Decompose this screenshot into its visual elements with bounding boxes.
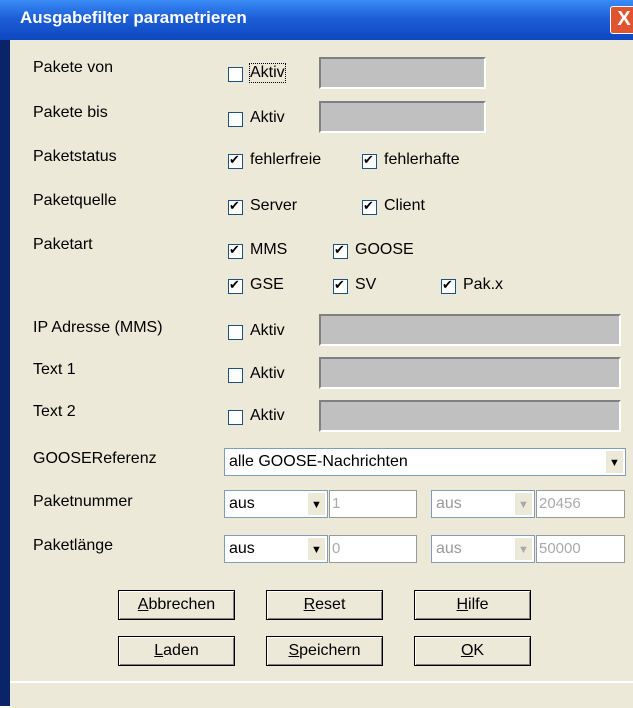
client-checkbox[interactable]: [362, 198, 377, 215]
pakete-von-field[interactable]: [319, 57, 486, 89]
laden-button[interactable]: Laden: [118, 636, 235, 666]
goose-referenz-label: GOOSEReferenz: [33, 450, 157, 467]
hilfe-accel: H: [456, 596, 469, 613]
paketlaenge-von-input[interactable]: 0: [329, 535, 417, 563]
ip-adresse-checkbox[interactable]: [228, 325, 243, 340]
fehlerfreie-label[interactable]: fehlerfreie: [250, 151, 321, 169]
paketnummer-label: Paketnummer: [33, 493, 133, 510]
window-title: Ausgabefilter parametrieren: [20, 8, 247, 27]
text2-aktiv-label[interactable]: Aktiv: [250, 407, 285, 425]
text1-field[interactable]: [319, 357, 621, 389]
paketlaenge-bis-combo[interactable]: aus ▼: [431, 535, 535, 563]
chevron-down-icon[interactable]: ▼: [514, 537, 533, 561]
ip-adresse-field[interactable]: [319, 314, 621, 346]
goose-checkbox[interactable]: [333, 242, 348, 259]
paketnummer-bis-value: aus: [436, 495, 462, 512]
fehlerfreie-checkbox[interactable]: [228, 152, 243, 169]
mms-label[interactable]: MMS: [250, 241, 287, 259]
chevron-down-icon[interactable]: ▼: [605, 450, 624, 474]
reset-text: eset: [315, 596, 346, 613]
reset-accel: R: [303, 596, 316, 613]
chevron-down-icon[interactable]: ▼: [307, 492, 326, 516]
text2-checkbox[interactable]: [228, 410, 243, 425]
server-label[interactable]: Server: [250, 197, 297, 215]
sv-label[interactable]: SV: [355, 276, 376, 294]
pakete-bis-aktiv-label[interactable]: Aktiv: [250, 109, 285, 127]
paketquelle-label: Paketquelle: [33, 192, 117, 209]
dialog-window: Ausgabefilter parametrieren X Pakete von…: [0, 0, 633, 708]
paketlaenge-bis-value: aus: [436, 540, 462, 557]
paketlaenge-von-combo[interactable]: aus ▼: [224, 535, 328, 563]
text1-checkbox[interactable]: [228, 368, 243, 383]
paketart-label: Paketart: [33, 236, 93, 253]
hilfe-button[interactable]: Hilfe: [414, 590, 531, 620]
pakete-von-aktiv-label[interactable]: Aktiv: [249, 63, 286, 83]
gse-label[interactable]: GSE: [250, 276, 284, 294]
sv-checkbox[interactable]: [333, 277, 348, 294]
pakete-bis-label: Pakete bis: [33, 104, 108, 121]
paketlaenge-label: Paketlänge: [33, 537, 114, 554]
pakete-bis-checkbox[interactable]: [228, 112, 243, 127]
reset-button[interactable]: Reset: [266, 590, 383, 620]
text1-aktiv-label[interactable]: Aktiv: [250, 365, 285, 383]
abbrechen-text: bbrechen: [148, 596, 216, 613]
pakete-von-checkbox[interactable]: [228, 67, 243, 82]
goose-referenz-value: alle GOOSE-Nachrichten: [229, 453, 408, 470]
speichern-accel: S: [288, 642, 300, 659]
chevron-down-icon[interactable]: ▼: [307, 537, 326, 561]
ip-adresse-aktiv-label[interactable]: Aktiv: [250, 322, 285, 340]
laden-accel: L: [154, 642, 164, 659]
laden-text: aden: [163, 642, 199, 659]
speichern-text: peichern: [299, 642, 361, 659]
mms-checkbox[interactable]: [228, 242, 243, 259]
status-bar: [10, 681, 633, 708]
text2-label: Text 2: [33, 403, 76, 420]
dialog-body: Pakete von Aktiv Pakete bis Aktiv Pakets…: [10, 40, 633, 706]
pakete-von-label: Pakete von: [33, 59, 114, 76]
server-checkbox[interactable]: [228, 198, 243, 215]
close-button[interactable]: X: [610, 6, 633, 34]
text2-field[interactable]: [319, 400, 621, 432]
client-label[interactable]: Client: [384, 197, 425, 215]
fehlerhafte-label[interactable]: fehlerhafte: [384, 151, 460, 169]
abbrechen-button[interactable]: Abbrechen: [118, 590, 235, 620]
hilfe-text: ilfe: [468, 596, 489, 613]
text1-label: Text 1: [33, 361, 76, 378]
paketlaenge-von-value: aus: [229, 540, 255, 557]
fehlerhafte-checkbox[interactable]: [362, 152, 377, 169]
title-bar[interactable]: Ausgabefilter parametrieren X: [0, 0, 633, 40]
goose-referenz-dropdown[interactable]: alle GOOSE-Nachrichten ▼: [224, 448, 626, 476]
paketlaenge-bis-input[interactable]: 50000: [536, 535, 625, 563]
paketstatus-label: Paketstatus: [33, 148, 117, 165]
ok-button[interactable]: OK: [414, 636, 531, 666]
pakx-label[interactable]: Pak.x: [463, 276, 503, 294]
paketnummer-bis-combo[interactable]: aus ▼: [431, 490, 535, 518]
paketnummer-von-value: aus: [229, 495, 255, 512]
pakx-checkbox[interactable]: [441, 277, 456, 294]
goose-label[interactable]: GOOSE: [355, 241, 414, 259]
abbrechen-accel: A: [137, 596, 149, 613]
speichern-button[interactable]: Speichern: [266, 636, 383, 666]
ok-text: K: [473, 642, 485, 659]
chevron-down-icon[interactable]: ▼: [514, 492, 533, 516]
paketnummer-bis-input[interactable]: 20456: [536, 490, 625, 518]
ip-adresse-label: IP Adresse (MMS): [33, 319, 163, 336]
paketnummer-von-combo[interactable]: aus ▼: [224, 490, 328, 518]
paketnummer-von-input[interactable]: 1: [329, 490, 417, 518]
pakete-bis-field[interactable]: [319, 101, 486, 133]
gse-checkbox[interactable]: [228, 277, 243, 294]
ok-accel: O: [460, 642, 474, 659]
